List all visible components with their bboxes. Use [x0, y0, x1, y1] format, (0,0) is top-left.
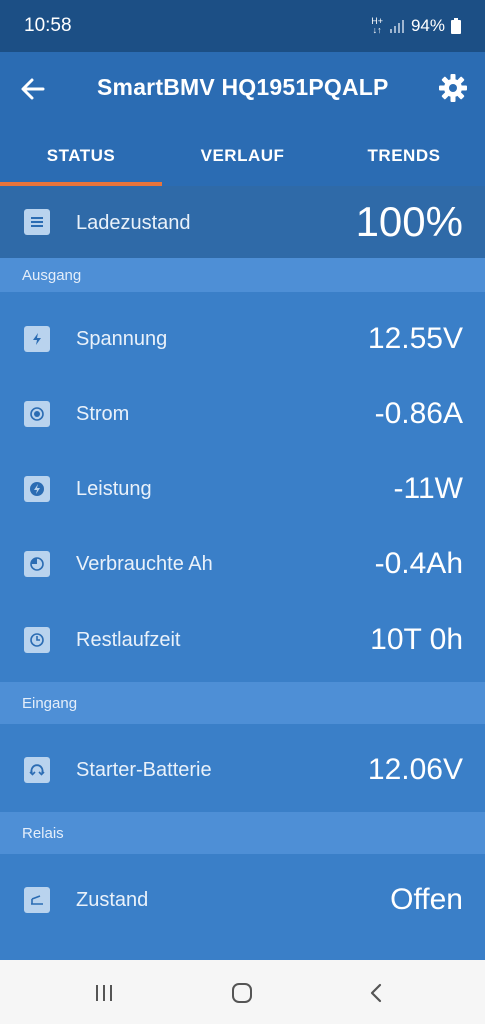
settings-button[interactable]	[437, 72, 469, 104]
app-bar: SmartBMV HQ1951PQALP	[0, 52, 485, 126]
row-label: Leistung	[76, 478, 152, 500]
row-label: Strom	[76, 403, 130, 425]
battery-percent: 94%	[410, 16, 445, 35]
consumed-icon	[24, 551, 50, 577]
page-title: SmartBMV HQ1951PQALP	[97, 74, 389, 100]
soc-value: 100%	[355, 198, 463, 245]
row-label: Spannung	[76, 328, 168, 350]
soc-row: Ladezustand 100%	[0, 186, 485, 260]
list-item-restlaufzeit: Restlaufzeit 10T 0h	[0, 602, 485, 678]
row-value: 12.06V	[367, 753, 463, 786]
list-item-strom: Strom -0.86A	[0, 376, 485, 451]
row-value: -0.4Ah	[374, 547, 463, 580]
tab-bar: STATUS VERLAUF TRENDS	[0, 126, 485, 186]
network-type-label: H+	[371, 16, 383, 26]
section-header-eingang: Eingang	[0, 682, 485, 724]
battery-cycle-icon	[24, 757, 50, 783]
row-label: Starter-Batterie	[76, 759, 212, 781]
list-item-leistung: Leistung -11W	[0, 451, 485, 526]
gear-icon	[439, 74, 467, 102]
relay-icon	[24, 887, 50, 913]
home-button[interactable]	[222, 978, 262, 1008]
row-label: Verbrauchte Ah	[76, 553, 213, 575]
system-nav-bar	[0, 960, 485, 1024]
network-type-icon: H+ ↓↑	[371, 16, 383, 35]
list-item-zustand: Zustand Offen	[0, 860, 485, 940]
list-item-starter-batterie: Starter-Batterie 12.06V	[0, 730, 485, 810]
back-nav-button[interactable]	[356, 978, 396, 1008]
status-bar: 10:58 H+ ↓↑ 94%	[0, 0, 485, 52]
power-icon	[24, 476, 50, 502]
soc-label: Ladezustand	[76, 212, 191, 234]
list-icon	[24, 209, 50, 235]
clock: 10:58	[24, 15, 72, 36]
clock-icon	[24, 627, 50, 653]
row-label: Restlaufzeit	[76, 629, 181, 651]
section-header-ausgang: Ausgang	[0, 258, 485, 292]
list-item-spannung: Spannung 12.55V	[0, 301, 485, 376]
home-icon	[232, 983, 252, 1003]
section-header-relais: Relais	[0, 812, 485, 854]
row-value: -11W	[393, 472, 463, 505]
arrow-left-icon	[21, 78, 45, 100]
signal-icon	[389, 20, 404, 33]
list-item-verbrauchte-ah: Verbrauchte Ah -0.4Ah	[0, 526, 485, 602]
row-value: -0.86A	[374, 397, 463, 430]
tab-verlauf[interactable]: VERLAUF	[162, 126, 323, 186]
tab-trends[interactable]: TRENDS	[323, 126, 485, 186]
current-icon	[24, 401, 50, 427]
back-button[interactable]	[18, 74, 48, 104]
row-value: 10T 0h	[370, 623, 463, 656]
row-label: Zustand	[76, 889, 149, 911]
voltage-icon	[24, 326, 50, 352]
recents-icon	[96, 985, 112, 1001]
row-value: 12.55V	[367, 322, 463, 355]
back-icon	[370, 983, 382, 1003]
battery-icon	[451, 18, 461, 34]
tab-status[interactable]: STATUS	[0, 126, 162, 186]
row-value: Offen	[390, 883, 463, 916]
recents-button[interactable]	[84, 978, 124, 1008]
